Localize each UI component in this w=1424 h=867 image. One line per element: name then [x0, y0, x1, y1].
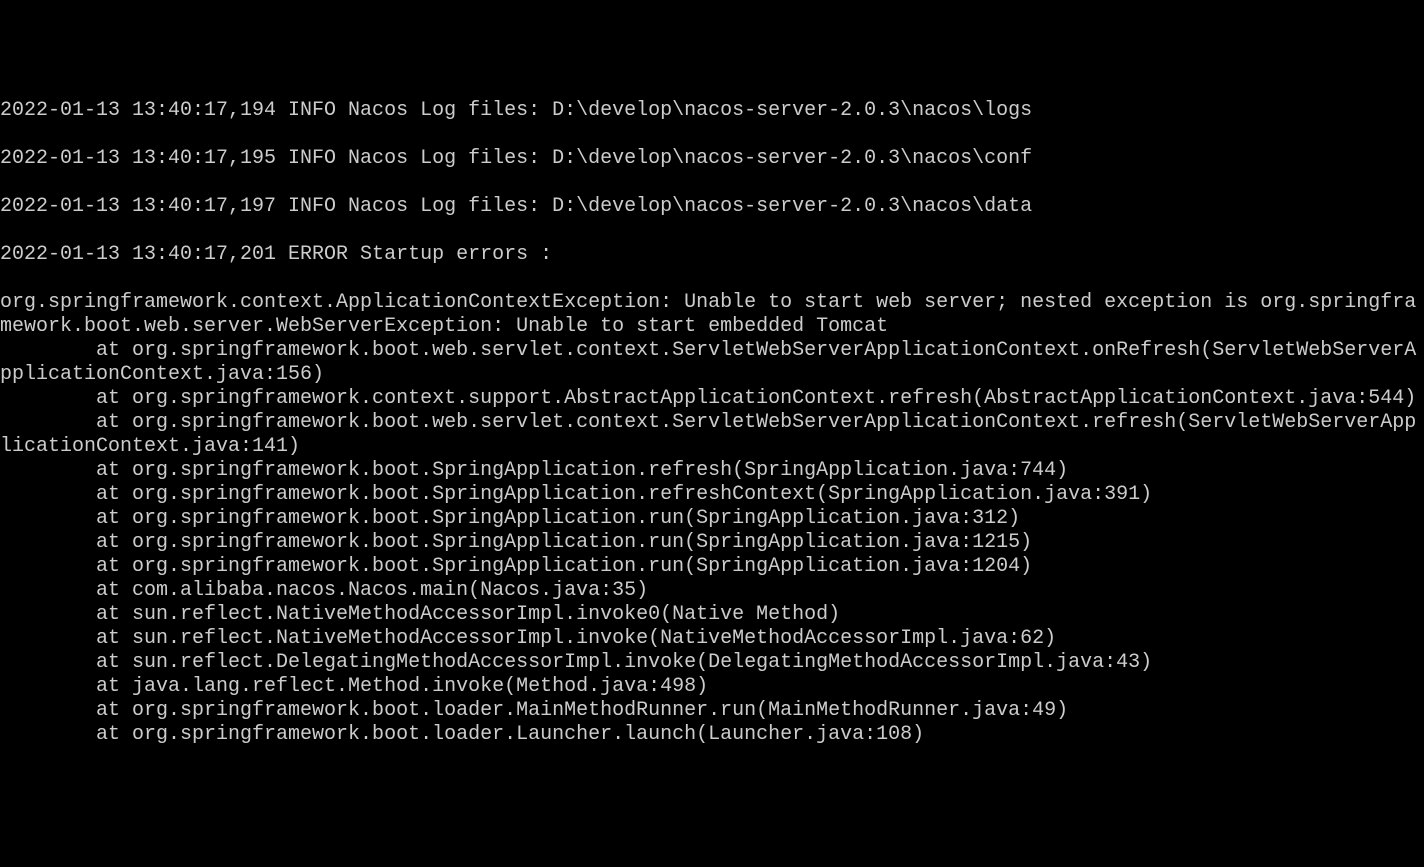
log-line: at org.springframework.context.support.A… [0, 387, 1424, 411]
blank-line [0, 267, 1424, 291]
log-line: at org.springframework.boot.loader.MainM… [0, 699, 1424, 723]
log-line: 2022-01-13 13:40:17,201 ERROR Startup er… [0, 243, 1424, 267]
blank-line [0, 123, 1424, 147]
blank-line [0, 171, 1424, 195]
log-line: at org.springframework.boot.SpringApplic… [0, 507, 1424, 531]
log-line: at org.springframework.boot.loader.Launc… [0, 723, 1424, 747]
log-line: at org.springframework.boot.SpringApplic… [0, 459, 1424, 483]
log-line: at org.springframework.boot.web.servlet.… [0, 411, 1424, 459]
log-line: 2022-01-13 13:40:17,195 INFO Nacos Log f… [0, 147, 1424, 171]
terminal-output: 2022-01-13 13:40:17,194 INFO Nacos Log f… [0, 99, 1424, 747]
log-line: at org.springframework.boot.SpringApplic… [0, 483, 1424, 507]
log-line: org.springframework.context.ApplicationC… [0, 291, 1424, 339]
log-line: at sun.reflect.DelegatingMethodAccessorI… [0, 651, 1424, 675]
blank-line [0, 219, 1424, 243]
log-line: at com.alibaba.nacos.Nacos.main(Nacos.ja… [0, 579, 1424, 603]
log-line: at sun.reflect.NativeMethodAccessorImpl.… [0, 627, 1424, 651]
log-line: at org.springframework.boot.SpringApplic… [0, 531, 1424, 555]
log-line: at sun.reflect.NativeMethodAccessorImpl.… [0, 603, 1424, 627]
log-line: at java.lang.reflect.Method.invoke(Metho… [0, 675, 1424, 699]
log-line: at org.springframework.boot.web.servlet.… [0, 339, 1424, 387]
log-line: at org.springframework.boot.SpringApplic… [0, 555, 1424, 579]
log-line: 2022-01-13 13:40:17,194 INFO Nacos Log f… [0, 99, 1424, 123]
log-line: 2022-01-13 13:40:17,197 INFO Nacos Log f… [0, 195, 1424, 219]
